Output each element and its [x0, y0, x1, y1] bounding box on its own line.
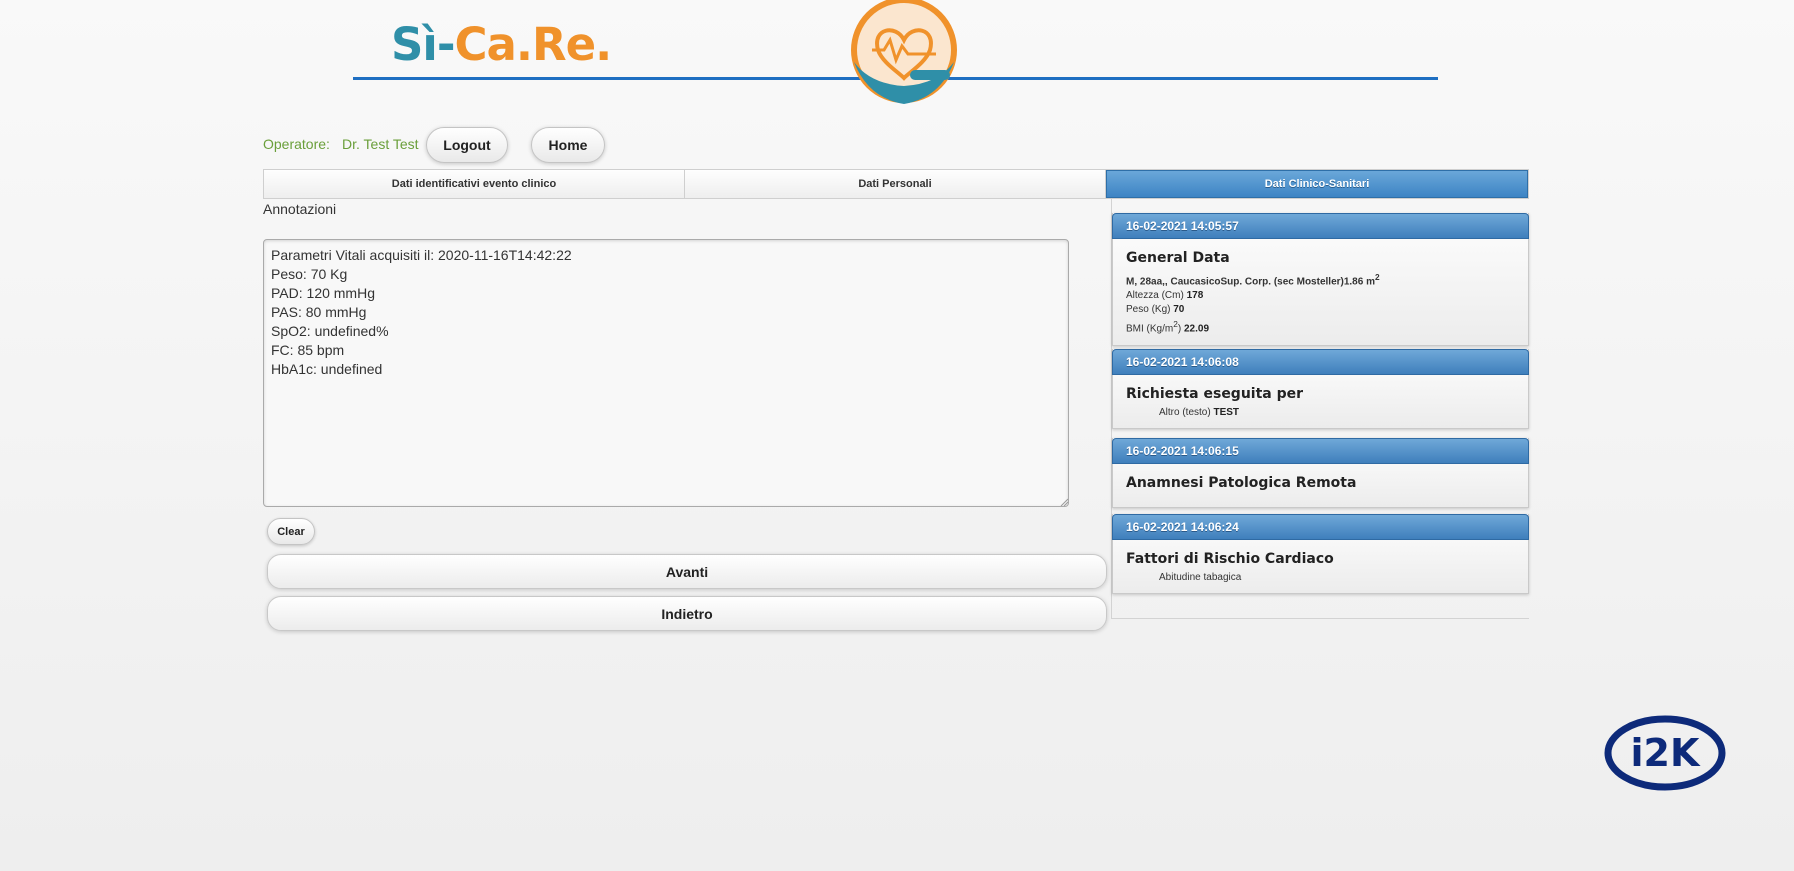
- operator-name: Dr. Test Test: [342, 136, 419, 152]
- brand-wordmark-part1: Sì-: [391, 18, 456, 71]
- resize-grip-icon[interactable]: [1060, 498, 1068, 506]
- brand-wordmark-part2: Ca.Re.: [454, 18, 613, 71]
- history-card-timestamp[interactable]: 16-02-2021 14:06:08: [1112, 349, 1529, 375]
- history-card-timestamp[interactable]: 16-02-2021 14:06:15: [1112, 438, 1529, 464]
- annotations-textarea[interactable]: Parametri Vitali acquisiti il: 2020-11-1…: [263, 239, 1069, 507]
- general-data-summary: M, 28aa,, CaucasicoSup. Corp. (sec Moste…: [1126, 272, 1380, 288]
- history-card-title: Richiesta eseguita per: [1126, 386, 1304, 402]
- history-card-title: Anamnesi Patologica Remota: [1126, 475, 1357, 491]
- next-button[interactable]: Avanti: [267, 554, 1107, 589]
- heart-hands-logo-icon: [851, 0, 957, 104]
- i2k-logo-text: i2K: [1631, 731, 1701, 775]
- history-card-fattori-rischio: 16-02-2021 14:06:24 Fattori di Rischio C…: [1112, 514, 1529, 594]
- history-card-timestamp[interactable]: 16-02-2021 14:05:57: [1112, 213, 1529, 239]
- height-line: Altezza (Cm) 178: [1126, 290, 1204, 302]
- bmi-line: BMI (Kg/m2) 22.09: [1126, 319, 1210, 335]
- history-card-general-data: 16-02-2021 14:05:57 General Data M, 28aa…: [1112, 213, 1529, 346]
- history-card-title: General Data: [1126, 250, 1230, 266]
- i2k-logo-icon: i2K: [1604, 715, 1726, 791]
- brand-wordmark: Sì-Ca.Re.: [391, 22, 612, 67]
- history-card-richiesta: 16-02-2021 14:06:08 Richiesta eseguita p…: [1112, 349, 1529, 429]
- section-tabs: Dati identificativi evento clinico Dati …: [263, 169, 1529, 199]
- tab-dati-clinico-sanitari[interactable]: Dati Clinico-Sanitari: [1106, 170, 1528, 198]
- fattori-detail: Abitudine tabagica: [1159, 572, 1242, 583]
- operator-label: Operatore:: [263, 136, 330, 152]
- tab-dati-identificativi[interactable]: Dati identificativi evento clinico: [264, 170, 685, 198]
- weight-line: Peso (Kg) 70: [1126, 304, 1185, 316]
- history-card-anamnesi: 16-02-2021 14:06:15 Anamnesi Patologica …: [1112, 438, 1529, 508]
- home-button[interactable]: Home: [531, 127, 605, 163]
- tab-dati-personali[interactable]: Dati Personali: [685, 170, 1106, 198]
- back-button[interactable]: Indietro: [267, 596, 1107, 631]
- clear-button[interactable]: Clear: [267, 518, 315, 545]
- annotations-label: Annotazioni: [263, 201, 337, 217]
- history-card-timestamp[interactable]: 16-02-2021 14:06:24: [1112, 514, 1529, 540]
- history-card-title: Fattori di Rischio Cardiaco: [1126, 551, 1334, 567]
- richiesta-detail: Altro (testo) TEST: [1159, 407, 1240, 418]
- logout-button[interactable]: Logout: [426, 127, 508, 163]
